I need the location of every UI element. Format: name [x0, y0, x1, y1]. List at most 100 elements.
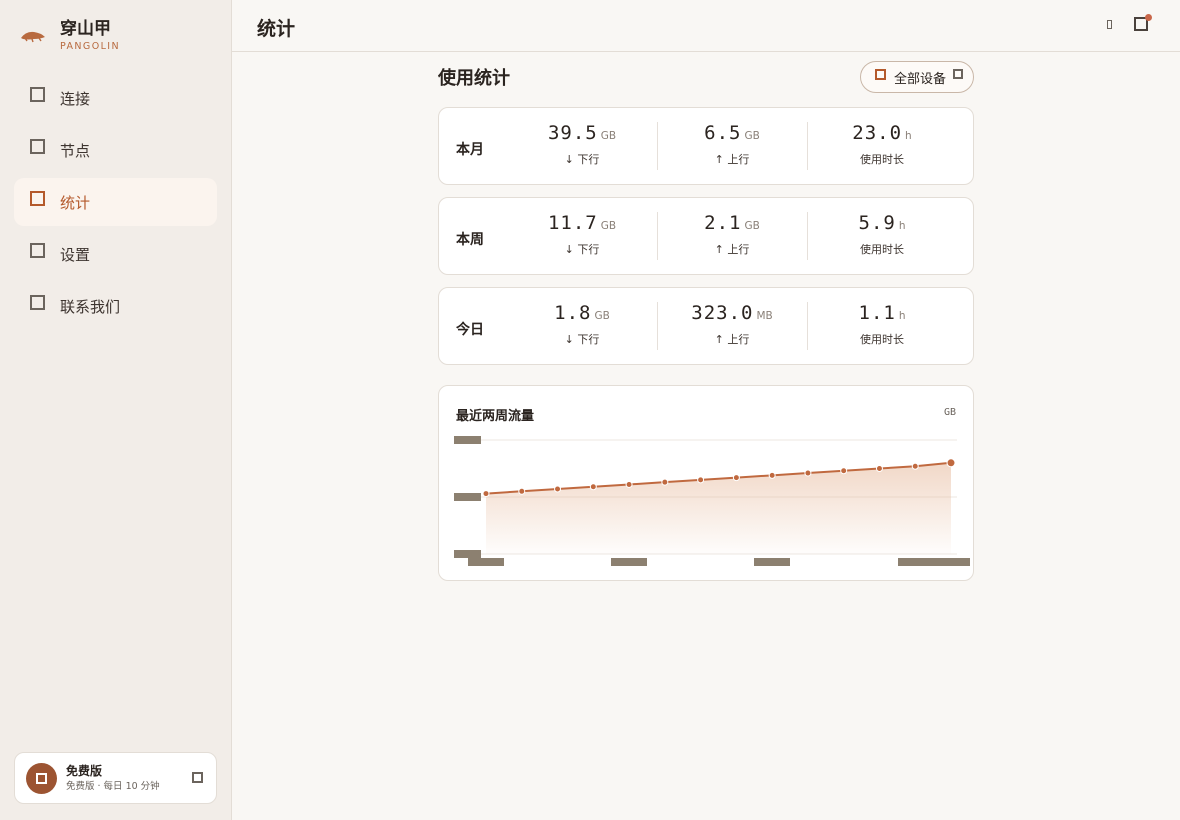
stat-upload: 323.0 MB ↑ 上行 — [657, 302, 807, 347]
data-point — [875, 465, 883, 472]
data-point — [732, 474, 740, 482]
stat-value: 1.8 — [554, 302, 592, 324]
stat-download: 39.5 GB ↓ 下行 — [507, 122, 657, 167]
sidebar-item-settings[interactable]: 设置 — [14, 230, 217, 278]
settings-icon — [30, 242, 45, 258]
data-point — [554, 485, 562, 493]
stat-value: 6.5 — [704, 122, 742, 144]
plan-title: 免费版 — [66, 763, 103, 778]
page-title: 统计 — [257, 18, 296, 40]
stat-card-month: 本月 39.5 GB ↓ 下行 6.5 GB ↑ 上行 23.0 h 使用时长 — [438, 107, 974, 185]
header: 统计 — [232, 0, 1180, 52]
sidebar-item-nodes[interactable]: 节点 — [14, 126, 217, 174]
contact-icon — [30, 294, 45, 310]
stat-unit: h — [898, 220, 906, 232]
x-tick-label — [468, 558, 504, 566]
x-tick-label — [898, 558, 970, 566]
stat-upload: 6.5 GB ↑ 上行 — [657, 122, 807, 167]
y-tick-label — [454, 436, 481, 444]
stat-unit: h — [898, 310, 906, 322]
stat-card-week: 本周 11.7 GB ↓ 下行 2.1 GB ↑ 上行 5.9 h 使用时长 — [438, 197, 974, 275]
stat-value: 323.0 — [691, 302, 754, 324]
stat-value: 39.5 — [547, 122, 598, 144]
stat-period-label: 今日 — [456, 322, 484, 338]
stat-unit: GB — [600, 130, 617, 142]
stat-caption: ↓ 下行 — [564, 243, 600, 256]
traffic-chart — [454, 436, 970, 566]
stat-unit: GB — [744, 220, 760, 232]
brand: 穿山甲 PANGOLIN — [20, 18, 120, 53]
stat-unit: GB — [600, 220, 617, 232]
sidebar-item-label: 统计 — [60, 193, 91, 212]
upgrade-icon[interactable] — [192, 772, 203, 783]
stat-download: 11.7 GB ↓ 下行 — [507, 212, 657, 257]
stat-caption: ↑ 上行 — [714, 333, 750, 346]
section-title: 使用统计 — [438, 68, 510, 89]
sidebar: 穿山甲 PANGOLIN 连接 节点 统计 设置 联系我们 免费版 免费版 · … — [0, 0, 232, 820]
data-point — [661, 478, 669, 486]
chevron-down-icon — [953, 69, 964, 79]
stat-value: 23.0 — [852, 122, 903, 144]
data-point — [625, 480, 633, 488]
stat-caption: ↑ 上行 — [714, 153, 750, 166]
device-filter-label: 全部设备 — [894, 71, 947, 87]
data-point — [946, 458, 956, 468]
data-point — [697, 476, 705, 484]
chart-icon — [30, 190, 45, 206]
x-tick-label — [611, 558, 647, 566]
y-tick-label — [454, 550, 481, 558]
data-point — [768, 471, 776, 479]
stat-caption: ↑ 上行 — [714, 243, 750, 256]
sidebar-item-label: 联系我们 — [60, 297, 121, 316]
data-point — [518, 487, 526, 495]
sidebar-nav: 连接 节点 统计 设置 联系我们 — [14, 74, 217, 334]
stat-value: 2.1 — [704, 212, 742, 234]
sidebar-item-stats[interactable]: 统计 — [14, 178, 217, 226]
stat-duration: 23.0 h 使用时长 — [807, 122, 957, 167]
x-tick-label — [754, 558, 790, 566]
traffic-chart-card: 最近两周流量 GB — [438, 385, 974, 581]
stat-caption: 使用时长 — [860, 333, 904, 346]
stat-caption: 使用时长 — [860, 243, 904, 256]
data-point — [911, 462, 919, 470]
stat-duration: 5.9 h 使用时长 — [807, 212, 957, 257]
brand-subtitle: PANGOLIN — [60, 41, 120, 52]
data-point — [840, 467, 848, 475]
stat-card-today: 今日 1.8 GB ↓ 下行 323.0 MB ↑ 上行 1.1 h 使用时长 — [438, 287, 974, 365]
data-point — [482, 490, 490, 498]
server-icon — [30, 138, 45, 154]
sidebar-item-connect[interactable]: 连接 — [14, 74, 217, 122]
stat-value: 11.7 — [547, 212, 598, 234]
stat-unit: GB — [744, 130, 760, 142]
data-point — [804, 469, 812, 477]
theme-icon[interactable] — [1107, 20, 1112, 29]
sidebar-item-label: 设置 — [60, 245, 91, 264]
stat-caption: ↓ 下行 — [564, 153, 600, 166]
stat-period-label: 本月 — [456, 142, 484, 158]
stat-value: 5.9 — [858, 212, 896, 234]
series-area — [486, 462, 951, 554]
stat-unit: h — [905, 130, 912, 142]
device-filter-button[interactable]: 全部设备 — [860, 61, 974, 93]
data-point — [589, 483, 597, 491]
stat-period-label: 本周 — [456, 232, 484, 248]
sidebar-item-label: 节点 — [60, 141, 91, 160]
plan-desc: 免费版 · 每日 10 分钟 — [66, 780, 160, 792]
sidebar-item-label: 连接 — [60, 89, 91, 108]
stat-duration: 1.1 h 使用时长 — [807, 302, 957, 347]
y-tick-label — [454, 493, 481, 501]
avatar — [26, 762, 57, 794]
pangolin-logo-icon — [21, 31, 45, 42]
stat-caption: ↓ 下行 — [564, 333, 600, 346]
stat-value: 1.1 — [858, 302, 896, 324]
stat-caption: 使用时长 — [860, 153, 904, 166]
link-icon — [30, 86, 45, 102]
stat-upload: 2.1 GB ↑ 上行 — [657, 212, 807, 257]
device-icon — [875, 68, 886, 80]
stat-download: 1.8 GB ↓ 下行 — [507, 302, 657, 347]
brand-name: 穿山甲 — [60, 19, 111, 39]
notification-badge — [1145, 14, 1152, 21]
sidebar-item-contact[interactable]: 联系我们 — [14, 282, 217, 330]
plan-card[interactable]: 免费版 免费版 · 每日 10 分钟 — [14, 752, 217, 804]
stat-unit: GB — [594, 310, 610, 322]
